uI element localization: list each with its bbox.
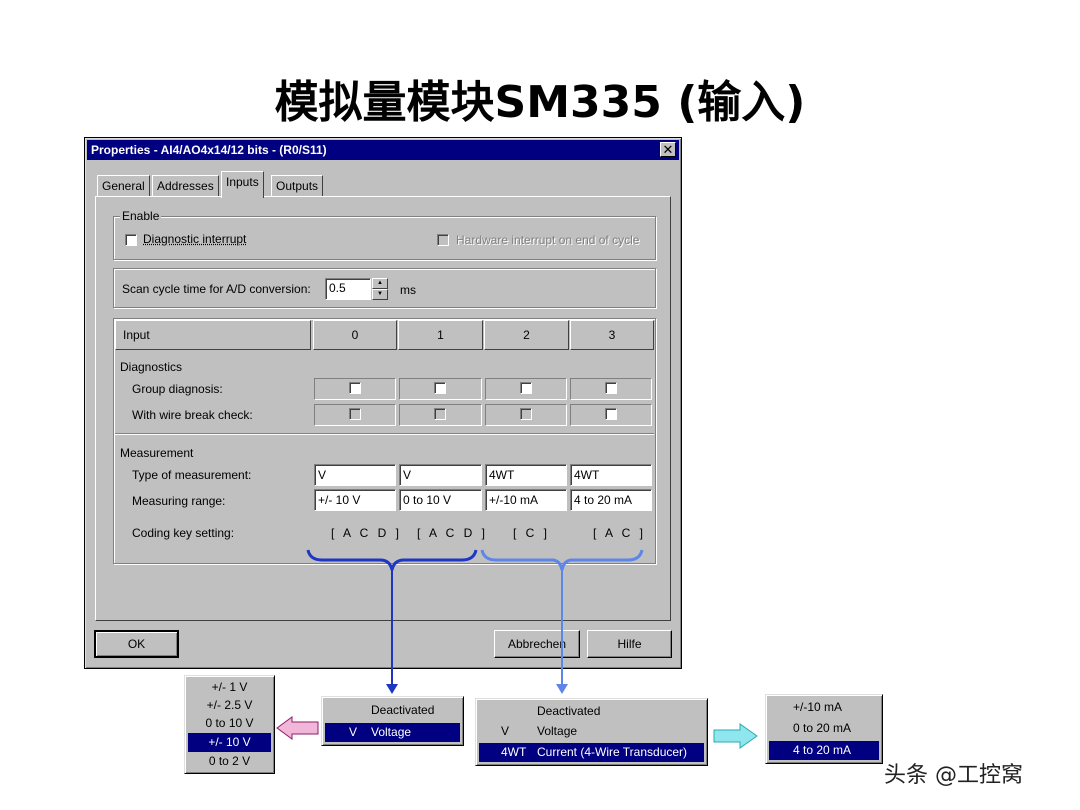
voltage-range-dropdown: +/- 1 V +/- 2.5 V 0 to 10 V +/- 10 V 0 t… (184, 675, 275, 774)
scan-cycle-group: Scan cycle time for A/D conversion: 0.5 … (113, 268, 656, 308)
section-divider (115, 433, 654, 435)
wire-break-checkbox[interactable] (605, 408, 617, 420)
type-field-2[interactable]: 4WT (485, 464, 567, 486)
group-diagnosis-cell-3 (570, 378, 652, 400)
group-diagnosis-cell-0 (314, 378, 396, 400)
coding-key-1: [ A C D ] (417, 526, 489, 540)
coding-key-2: [ C ] (513, 526, 551, 540)
option-label: Voltage (371, 725, 412, 739)
type-current-dropdown: Deactivated V Voltage 4WT Current (4-Wire … (475, 698, 708, 766)
group-diagnosis-checkbox[interactable] (520, 382, 532, 394)
type-field-3[interactable]: 4WT (570, 464, 652, 486)
scan-cycle-label: Scan cycle time for A/D conversion: (122, 282, 311, 296)
group-diagnosis-cell-2 (485, 378, 567, 400)
diagnostic-interrupt-label: Diagnostic interrupt (143, 232, 247, 246)
option-code: V (501, 724, 510, 738)
group-diagnosis-checkbox[interactable] (349, 382, 361, 394)
scan-cycle-spinner[interactable]: ▲ ▼ (372, 278, 388, 300)
channel-table: Input 0 1 2 3 Diagnostics Group diagnosi… (113, 318, 656, 564)
option-label: Current (4-Wire Transducer) (537, 745, 688, 759)
properties-dialog: Properties - AI4/AO4x14/12 bits - (R0/S1… (84, 137, 682, 669)
scan-cycle-input[interactable]: 0.5 (325, 278, 371, 300)
cancel-button[interactable]: Abbrechen (494, 630, 580, 658)
dialog-title: Properties - AI4/AO4x14/12 bits - (R0/S1… (91, 143, 327, 157)
type-measurement-label: Type of measurement: (132, 468, 252, 482)
option-code: 4WT (501, 745, 527, 759)
channel-1-header: 1 (398, 320, 483, 350)
dropdown-option-selected[interactable]: V Voltage (325, 723, 460, 742)
hardware-interrupt-checkbox (437, 234, 449, 246)
inputs-tab-panel: Enable Diagnostic interrupt Hardware int… (95, 196, 671, 621)
dropdown-option-selected[interactable]: 4WT Current (4-Wire Transducer) (479, 743, 704, 762)
option-label: Deactivated (371, 703, 435, 717)
wire-break-checkbox (520, 408, 532, 420)
channel-2-header: 2 (484, 320, 569, 350)
coding-key-label: Coding key setting: (132, 526, 235, 540)
slide-title: 模拟量模块SM335 (输入) (274, 77, 806, 128)
diagnostics-section-label: Diagnostics (120, 360, 183, 374)
close-icon[interactable]: ✕ (660, 142, 676, 157)
option-label: Voltage (537, 724, 578, 738)
group-diagnosis-checkbox[interactable] (434, 382, 446, 394)
spin-down-icon[interactable]: ▼ (372, 289, 388, 300)
help-button[interactable]: Hilfe (587, 630, 672, 658)
tab-outputs[interactable]: Outputs (271, 175, 324, 197)
type-field-0[interactable]: V (314, 464, 396, 486)
channel-0-header: 0 (313, 320, 397, 350)
dropdown-option[interactable]: 0 to 10 V (188, 714, 271, 733)
enable-legend: Enable (120, 209, 162, 223)
spin-up-icon[interactable]: ▲ (372, 278, 388, 289)
current-range-dropdown: +/-10 mA 0 to 20 mA 4 to 20 mA (765, 694, 883, 764)
group-diagnosis-checkbox[interactable] (605, 382, 617, 394)
option-code: V (349, 725, 358, 739)
dropdown-option[interactable]: 0 to 20 mA (769, 719, 879, 738)
dropdown-option[interactable]: V Voltage (479, 722, 704, 741)
range-field-2[interactable]: +/-10 mA (485, 489, 567, 511)
tab-addresses[interactable]: Addresses (152, 175, 219, 197)
coding-key-3: [ A C ] (593, 526, 647, 540)
tab-general[interactable]: General (97, 175, 150, 197)
measurement-section-label: Measurement (120, 446, 194, 460)
channel-3-header: 3 (570, 320, 654, 350)
arrowhead-voltage (386, 684, 398, 694)
input-column-header: Input (115, 320, 311, 350)
watermark: 头条 @工控窝 (884, 763, 1023, 788)
type-field-1[interactable]: V (399, 464, 482, 486)
dropdown-option[interactable]: +/- 1 V (188, 678, 271, 697)
option-label: Deactivated (537, 704, 601, 718)
type-voltage-dropdown: Deactivated V Voltage (321, 696, 464, 746)
wire-break-checkbox (349, 408, 361, 420)
dropdown-option[interactable]: +/-10 mA (769, 698, 879, 717)
enable-group: Enable Diagnostic interrupt Hardware int… (113, 209, 656, 260)
dropdown-option[interactable]: +/- 2.5 V (188, 696, 271, 715)
arrow-right-cyan (713, 723, 758, 749)
dropdown-option-selected[interactable]: +/- 10 V (188, 733, 271, 752)
wire-break-label: With wire break check: (132, 408, 253, 422)
diagnostic-interrupt-checkbox[interactable] (125, 234, 137, 246)
tab-inputs[interactable]: Inputs (221, 171, 264, 198)
dialog-titlebar: Properties - AI4/AO4x14/12 bits - (R0/S1… (87, 140, 679, 160)
arrow-left-pink (276, 716, 319, 740)
range-field-3[interactable]: 4 to 20 mA (570, 489, 652, 511)
dropdown-option[interactable]: 0 to 2 V (188, 752, 271, 771)
wire-break-cell-1 (399, 404, 482, 426)
wire-break-cell-0 (314, 404, 396, 426)
group-diagnosis-cell-1 (399, 378, 482, 400)
dropdown-option-selected[interactable]: 4 to 20 mA (769, 741, 879, 760)
range-field-0[interactable]: +/- 10 V (314, 489, 396, 511)
range-field-1[interactable]: 0 to 10 V (399, 489, 482, 511)
hardware-interrupt-label: Hardware interrupt on end of cycle (456, 233, 640, 247)
dropdown-option[interactable]: Deactivated (479, 702, 704, 721)
ok-button[interactable]: OK (94, 630, 179, 658)
wire-break-cell-3 (570, 404, 652, 426)
wire-break-checkbox (434, 408, 446, 420)
arrowhead-current (556, 684, 568, 694)
dropdown-option[interactable]: Deactivated (325, 701, 460, 720)
group-diagnosis-label: Group diagnosis: (132, 382, 223, 396)
measuring-range-label: Measuring range: (132, 494, 226, 508)
coding-key-0: [ A C D ] (331, 526, 403, 540)
wire-break-cell-2 (485, 404, 567, 426)
scan-cycle-unit: ms (400, 283, 416, 297)
